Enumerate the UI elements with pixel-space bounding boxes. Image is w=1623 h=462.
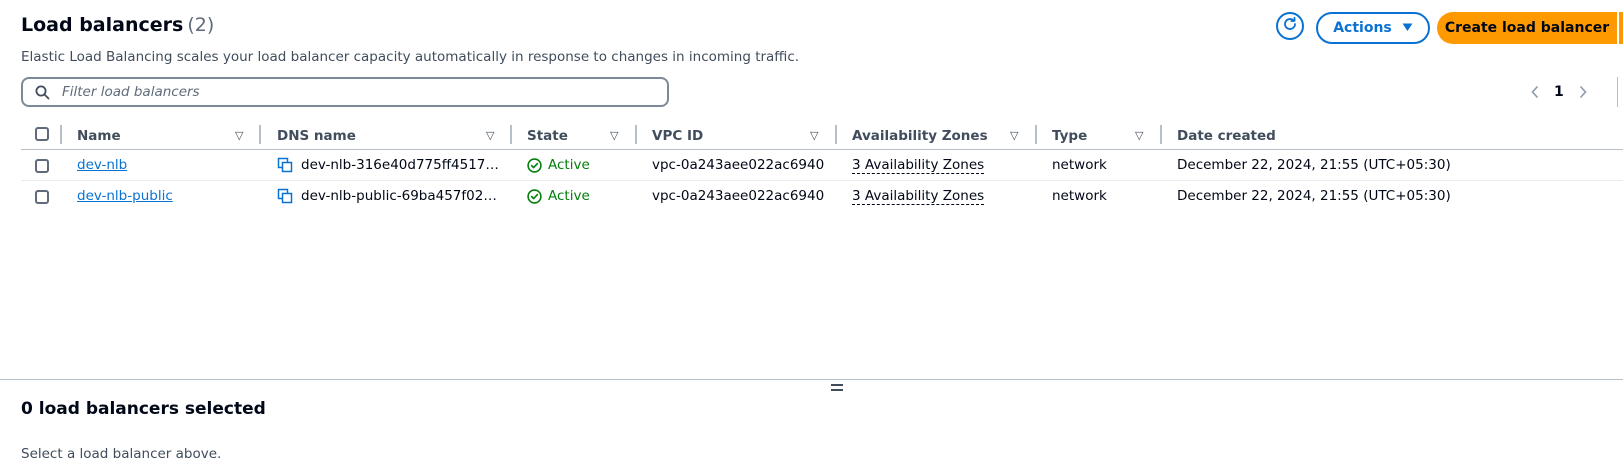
search-icon (35, 85, 50, 100)
column-divider[interactable] (259, 125, 261, 144)
column-divider (60, 125, 62, 144)
actions-dropdown-button[interactable]: Actions (1316, 12, 1430, 44)
state-status: Active (527, 157, 590, 173)
page-description: Elastic Load Balancing scales your load … (21, 49, 800, 65)
create-load-balancer-button[interactable]: Create load balancer (1437, 12, 1617, 44)
dns-name-text: dev-nlb-316e40d775ff4517… (301, 157, 499, 173)
column-header-date-created[interactable]: Date created (1177, 128, 1276, 144)
column-header-state[interactable]: State (527, 128, 568, 144)
availability-zones-popover[interactable]: 3 Availability Zones (852, 157, 985, 174)
column-header-type[interactable]: Type (1052, 128, 1087, 144)
filter-input[interactable] (60, 83, 644, 101)
dns-name-text: dev-nlb-public-69ba457f02… (301, 188, 497, 204)
selection-title: 0 load balancers selected (21, 399, 266, 419)
page-number[interactable]: 1 (1554, 84, 1564, 100)
check-circle-icon (527, 188, 542, 204)
sort-icon[interactable]: ▽ (1010, 129, 1018, 142)
chevron-left-icon[interactable] (1530, 85, 1540, 99)
pagination-divider (1617, 77, 1618, 107)
dns-name-cell: dev-nlb-public-69ba457f02… (277, 188, 497, 204)
state-text: Active (548, 157, 590, 173)
vpc-id-cell: vpc-0a243aee022ac6940 (652, 188, 825, 204)
column-divider[interactable] (635, 125, 637, 144)
date-created-cell: December 22, 2024, 21:55 (UTC+05:30) (1177, 188, 1451, 204)
column-divider[interactable] (1035, 125, 1037, 144)
caret-down-icon (1402, 20, 1413, 36)
load-balancer-count: (2) (187, 14, 215, 36)
sort-icon[interactable]: ▽ (235, 129, 243, 142)
pagination: 1 (1530, 80, 1588, 104)
header-divider (21, 149, 1623, 150)
refresh-button[interactable] (1276, 12, 1304, 40)
sort-icon[interactable]: ▽ (810, 129, 818, 142)
state-status: Active (527, 188, 590, 204)
row-checkbox[interactable] (35, 190, 49, 204)
refresh-icon (1282, 16, 1298, 36)
resize-handle-icon[interactable] (831, 384, 843, 393)
column-header-vpc-id[interactable]: VPC ID (652, 128, 703, 144)
selection-subtitle: Select a load balancer above. (21, 446, 222, 462)
column-divider[interactable] (510, 125, 512, 144)
state-text: Active (548, 188, 590, 204)
load-balancer-name-link[interactable]: dev-nlb (77, 157, 127, 173)
chevron-right-icon[interactable] (1578, 85, 1588, 99)
dns-name-cell: dev-nlb-316e40d775ff4517… (277, 157, 499, 173)
copy-icon[interactable] (277, 188, 293, 204)
column-divider[interactable] (835, 125, 837, 144)
check-circle-icon (527, 157, 542, 173)
vpc-id-cell: vpc-0a243aee022ac6940 (652, 157, 825, 173)
select-all-checkbox[interactable] (35, 127, 49, 141)
availability-zones-popover[interactable]: 3 Availability Zones (852, 188, 985, 205)
column-header-name[interactable]: Name (77, 128, 121, 144)
type-cell: network (1052, 157, 1107, 173)
column-header-dns-name[interactable]: DNS name (277, 128, 356, 144)
column-header-availability-zones[interactable]: Availability Zones (852, 128, 988, 144)
create-split-edge (1619, 12, 1623, 44)
sort-icon[interactable]: ▽ (1135, 129, 1143, 142)
page-title: Load balancers (2) (21, 14, 214, 36)
copy-icon[interactable] (277, 157, 293, 173)
row-checkbox[interactable] (35, 159, 49, 173)
column-divider[interactable] (1160, 125, 1162, 144)
load-balancer-name-link[interactable]: dev-nlb-public (77, 188, 173, 204)
filter-box (21, 77, 669, 107)
page-title-text: Load balancers (21, 14, 184, 36)
sort-icon[interactable]: ▽ (610, 129, 618, 142)
sort-icon[interactable]: ▽ (486, 129, 494, 142)
split-panel-divider (0, 379, 1623, 380)
type-cell: network (1052, 188, 1107, 204)
actions-label: Actions (1333, 20, 1392, 36)
row-divider (21, 180, 1623, 181)
date-created-cell: December 22, 2024, 21:55 (UTC+05:30) (1177, 157, 1451, 173)
